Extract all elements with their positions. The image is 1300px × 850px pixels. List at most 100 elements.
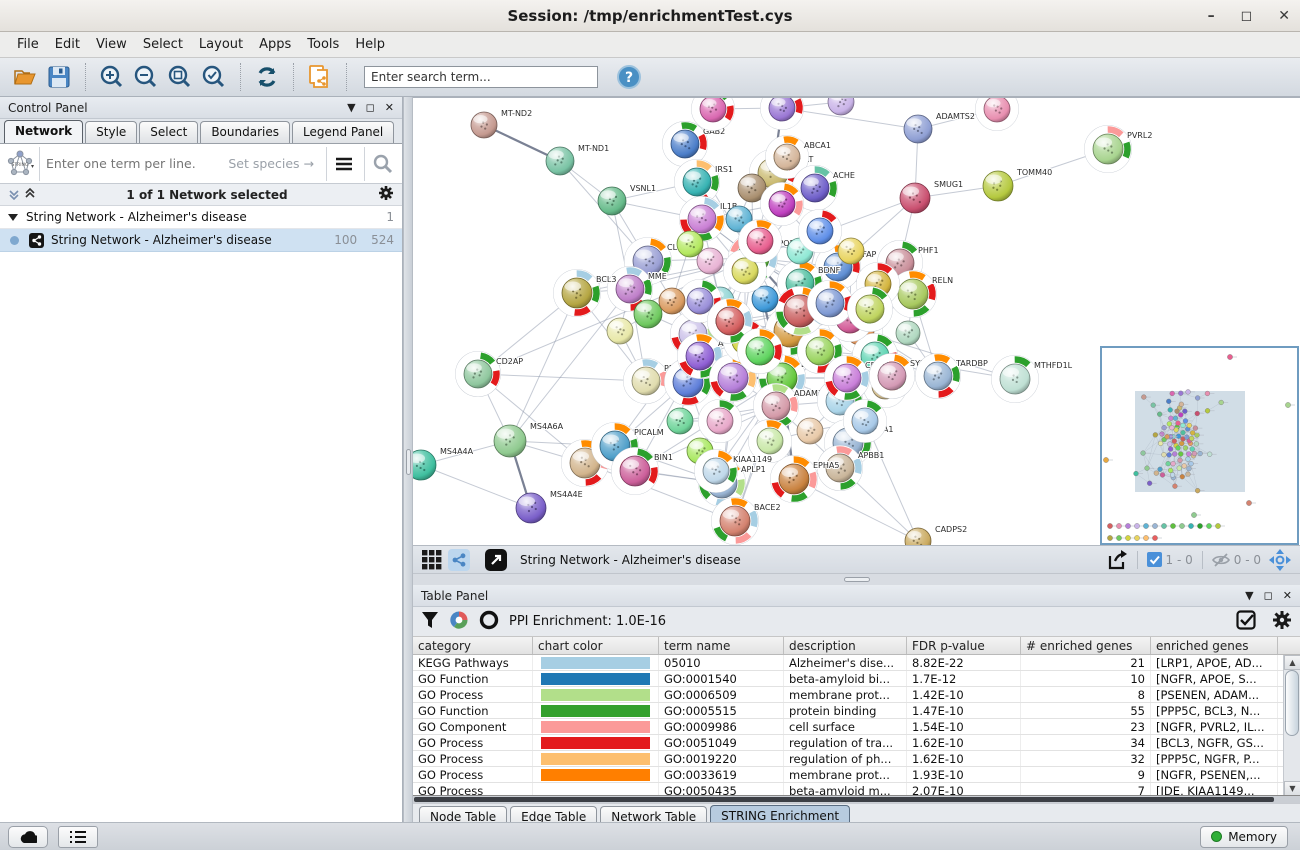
network-options-gear-icon[interactable]	[378, 185, 394, 205]
column-header-FDR-p-value[interactable]: FDR p-value	[907, 637, 1021, 654]
search-input[interactable]	[364, 66, 598, 88]
collapse-all-icon[interactable]	[8, 185, 20, 204]
network-node[interactable]: CADPS2	[905, 525, 967, 545]
network-node[interactable]	[761, 98, 804, 130]
menu-item-apps[interactable]: Apps	[252, 34, 298, 55]
network-node[interactable]	[738, 329, 783, 374]
menu-item-view[interactable]: View	[89, 34, 134, 55]
network-node[interactable]	[607, 318, 633, 344]
tab-boundaries[interactable]: Boundaries	[200, 121, 290, 143]
network-node[interactable]	[697, 248, 723, 274]
network-node[interactable]: MTHFD1L	[992, 356, 1073, 403]
vertical-splitter[interactable]	[403, 97, 413, 822]
ring-chart-icon[interactable]	[479, 610, 499, 634]
network-node[interactable]	[699, 400, 742, 443]
network-node[interactable]	[808, 281, 853, 326]
table-row[interactable]: GO ProcessGO:0050435beta-amyloid m...2.0…	[413, 783, 1300, 796]
column-header-category[interactable]: category	[413, 637, 533, 654]
save-session-icon[interactable]	[44, 62, 74, 92]
task-history-button[interactable]	[58, 826, 98, 848]
table-row[interactable]: GO ProcessGO:0019220regulation of ph...1…	[413, 751, 1300, 767]
network-row-selected[interactable]: String Network - Alzheimer's disease 100…	[0, 229, 402, 252]
table-close-icon[interactable]: ✕	[1283, 590, 1292, 601]
network-node[interactable]	[848, 287, 893, 332]
network-node[interactable]: PVRL2	[1085, 126, 1153, 173]
column-header-chart-color[interactable]: chart color	[533, 637, 659, 654]
zoom-selected-icon[interactable]	[199, 62, 229, 92]
copy-share-icon[interactable]	[305, 62, 335, 92]
string-options-icon[interactable]	[326, 147, 360, 181]
string-term-input[interactable]	[40, 156, 228, 171]
menu-item-file[interactable]: File	[10, 34, 46, 55]
table-settings-gear-icon[interactable]	[1272, 610, 1292, 634]
network-node[interactable]	[896, 321, 920, 345]
zoom-out-icon[interactable]	[131, 62, 161, 92]
tab-network[interactable]: Network	[4, 120, 83, 143]
string-logo-icon[interactable]: STRING	[0, 147, 40, 181]
network-node[interactable]	[739, 220, 782, 263]
minimize-button[interactable]: –	[1208, 9, 1215, 23]
network-node[interactable]	[659, 288, 685, 314]
network-node[interactable]	[797, 418, 823, 444]
grid-view-icon[interactable]	[422, 550, 442, 570]
menu-item-help[interactable]: Help	[348, 34, 392, 55]
network-node[interactable]	[828, 98, 854, 115]
table-horizontal-scrollbar[interactable]	[413, 796, 1300, 803]
menu-item-layout[interactable]: Layout	[192, 34, 250, 55]
network-node[interactable]: TARDBP	[916, 354, 988, 399]
table-vertical-scrollbar[interactable]: ▲ ▼	[1283, 655, 1300, 796]
tab-style[interactable]: Style	[85, 121, 137, 143]
table-row[interactable]: GO FunctionGO:0001540beta-amyloid bi...1…	[413, 671, 1300, 687]
menu-item-tools[interactable]: Tools	[300, 34, 346, 55]
network-canvas[interactable]: MT-ND2MT-ND1VSNL1GAB2IRS1ADAMTS2PVRL2TOM…	[413, 97, 1300, 545]
close-panel-icon[interactable]: ✕	[385, 102, 394, 113]
detach-view-icon[interactable]	[485, 549, 507, 571]
refresh-network-icon[interactable]	[252, 62, 282, 92]
scroll-down-arrow[interactable]: ▼	[1284, 781, 1300, 796]
network-node[interactable]: SMUG1	[900, 180, 963, 213]
network-node[interactable]: RELN	[890, 271, 954, 318]
species-hint[interactable]: Set species →	[228, 156, 324, 171]
expand-all-icon[interactable]	[24, 185, 36, 204]
network-node[interactable]: MS4A4A	[413, 447, 474, 480]
menu-item-edit[interactable]: Edit	[48, 34, 87, 55]
column-header-enriched-genes[interactable]: enriched genes	[1151, 637, 1278, 654]
scrollbar-thumb[interactable]	[1285, 670, 1299, 736]
menu-item-select[interactable]: Select	[136, 34, 190, 55]
open-session-icon[interactable]	[10, 62, 40, 92]
table-float-icon[interactable]: ◻	[1264, 590, 1273, 601]
column-header-description[interactable]: description	[784, 637, 907, 654]
help-icon[interactable]: ?	[614, 62, 644, 92]
network-node[interactable]	[667, 408, 693, 434]
network-node[interactable]: MS4A6A	[494, 422, 564, 457]
horizontal-splitter[interactable]	[413, 573, 1300, 585]
table-row[interactable]: GO FunctionGO:0005515protein binding1.47…	[413, 703, 1300, 719]
network-collection-row[interactable]: String Network - Alzheimer's disease 1	[0, 206, 402, 229]
filter-icon[interactable]	[421, 611, 439, 633]
table-panel-menu-icon[interactable]: ▼	[1245, 590, 1253, 601]
network-node[interactable]: VSNL1	[598, 184, 656, 215]
export-network-icon[interactable]	[1106, 548, 1130, 572]
session-cloud-button[interactable]	[8, 826, 48, 848]
memory-button[interactable]: Memory	[1200, 826, 1288, 848]
column-header--enriched-genes[interactable]: # enriched genes	[1021, 637, 1151, 654]
network-node[interactable]: TOMM40	[983, 168, 1052, 201]
zoom-in-icon[interactable]	[97, 62, 127, 92]
birdseye-toggle-icon[interactable]	[1269, 549, 1291, 571]
float-panel-icon[interactable]: ◻	[366, 102, 375, 113]
tab-select[interactable]: Select	[139, 121, 198, 143]
network-node[interactable]: BCL3	[554, 270, 617, 317]
scroll-up-arrow[interactable]: ▲	[1284, 655, 1300, 670]
table-row[interactable]: GO ProcessGO:0033619membrane prot...1.93…	[413, 767, 1300, 783]
table-row[interactable]: KEGG Pathways05010Alzheimer's dise...8.8…	[413, 655, 1300, 671]
network-node[interactable]: BIN1	[612, 448, 673, 495]
table-row[interactable]: GO ProcessGO:0051049regulation of tra...…	[413, 735, 1300, 751]
zoom-fit-icon[interactable]	[165, 62, 195, 92]
network-node[interactable]	[844, 400, 887, 443]
string-search-icon[interactable]	[364, 147, 400, 181]
network-node[interactable]	[976, 98, 1019, 131]
tab-legend-panel[interactable]: Legend Panel	[292, 121, 394, 143]
network-node[interactable]: MS4A4E	[516, 490, 583, 523]
enrichment-chart-icon[interactable]	[449, 610, 469, 634]
close-button[interactable]: ✕	[1278, 9, 1290, 23]
